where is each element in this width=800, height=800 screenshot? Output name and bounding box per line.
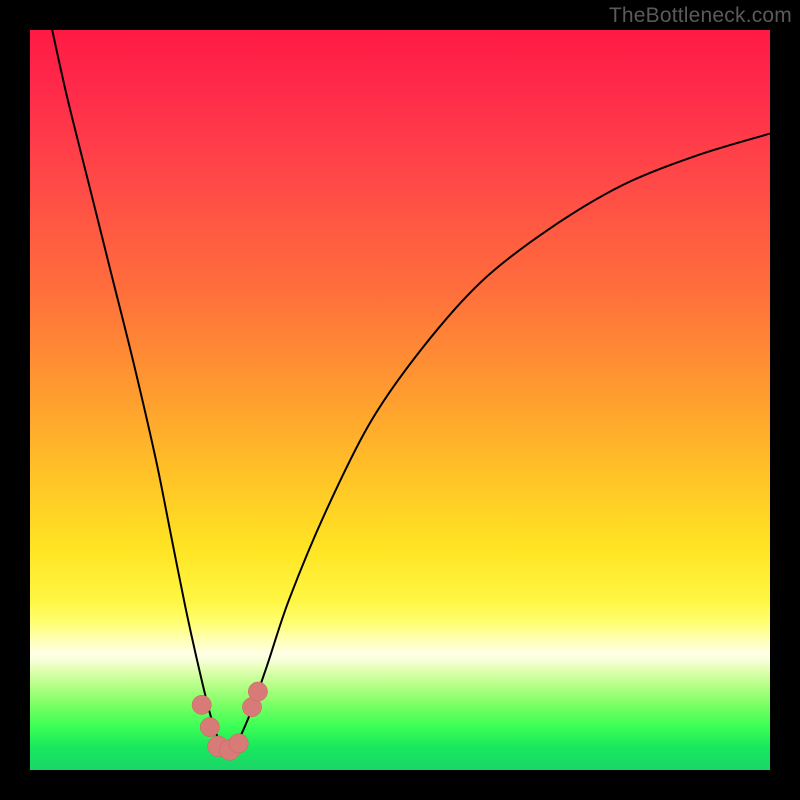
curve-marker	[192, 695, 211, 714]
curve-marker	[229, 734, 248, 753]
plot-area	[30, 30, 770, 770]
bottleneck-curve-svg	[30, 30, 770, 770]
watermark-text: TheBottleneck.com	[609, 4, 792, 28]
bottleneck-curve	[52, 30, 770, 751]
chart-frame: TheBottleneck.com	[0, 0, 800, 800]
curve-marker	[200, 717, 219, 736]
curve-markers	[192, 682, 267, 760]
curve-marker	[248, 682, 267, 701]
